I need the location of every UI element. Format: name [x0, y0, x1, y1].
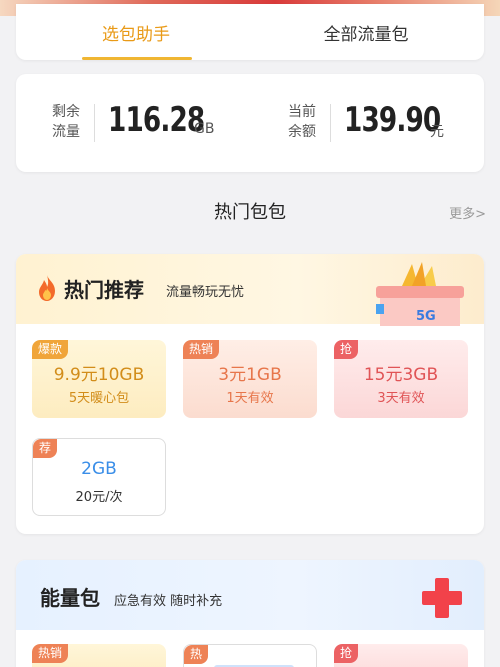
package-price: 3元1GB	[218, 365, 282, 385]
tab-all-data-packages[interactable]: 全部流量包	[286, 4, 446, 60]
current-balance-unit: 元	[430, 124, 444, 140]
energy-package-card[interactable]: 抢	[334, 644, 468, 667]
section-title: 热门包包	[214, 202, 286, 223]
package-description: 20元/次	[75, 490, 123, 505]
package-description: 5天暖心包	[68, 391, 130, 406]
energy-pack-subtitle: 应急有效 随时补充	[114, 594, 223, 609]
energy-package-card[interactable]: 热	[183, 644, 317, 667]
remaining-data-unit: GB	[194, 121, 215, 137]
remaining-data-value: 116.28	[108, 100, 205, 140]
package-card[interactable]: 抢 15元3GB 3天有效	[334, 340, 468, 418]
tab-bar: 选包助手 全部流量包	[16, 4, 484, 60]
remaining-data-label: 剩余 流量	[52, 104, 80, 140]
package-card[interactable]: 热销 3元1GB 1天有效	[183, 340, 317, 418]
fire-icon	[39, 275, 55, 301]
package-badge: 热销	[183, 340, 220, 359]
package-description: 1天有效	[226, 391, 274, 406]
more-link[interactable]: 更多>	[449, 203, 486, 222]
package-badge: 热销	[32, 644, 69, 663]
hot-recommend-card: 热门推荐 流量畅玩无忧 5G 爆款 9.9元10GB 5天暖心包 热销 3元1G…	[16, 254, 484, 534]
divider	[94, 104, 95, 142]
hot-recommend-header: 热门推荐 流量畅玩无忧 5G	[16, 254, 484, 326]
gift-box-icon: 5G	[376, 262, 464, 326]
divider	[330, 104, 331, 142]
tab-package-assistant[interactable]: 选包助手	[56, 4, 216, 60]
package-badge: 荐	[33, 439, 58, 458]
package-card[interactable]: 荐 2GB 20元/次	[32, 438, 166, 516]
current-balance-label: 当前 余额	[288, 104, 316, 140]
package-price: 15元3GB	[363, 365, 439, 385]
package-badge: 抢	[334, 644, 359, 663]
energy-package-card[interactable]: 热销	[32, 644, 166, 667]
hot-recommend-title: 热门推荐	[64, 278, 144, 302]
active-tab-indicator	[82, 57, 192, 60]
package-price: 9.9元10GB	[53, 365, 145, 385]
balance-card: 剩余 流量 116.28 GB 当前 余额 139.90 元	[16, 74, 484, 172]
energy-pack-header: 能量包 应急有效 随时补充	[16, 560, 484, 630]
package-card[interactable]: 爆款 9.9元10GB 5天暖心包	[32, 340, 166, 418]
package-badge: 热	[184, 645, 209, 664]
energy-pack-card: 能量包 应急有效 随时补充 热销 热 抢	[16, 560, 484, 667]
medical-cross-icon	[422, 578, 462, 618]
package-price: 2GB	[81, 459, 117, 479]
package-description: 3天有效	[377, 391, 425, 406]
gift-5g-text: 5G	[416, 309, 436, 324]
energy-pack-title: 能量包	[40, 586, 100, 610]
package-badge: 爆款	[32, 340, 69, 359]
current-balance-value: 139.90	[344, 100, 441, 140]
package-badge: 抢	[334, 340, 359, 359]
hot-recommend-subtitle: 流量畅玩无忧	[166, 285, 245, 300]
